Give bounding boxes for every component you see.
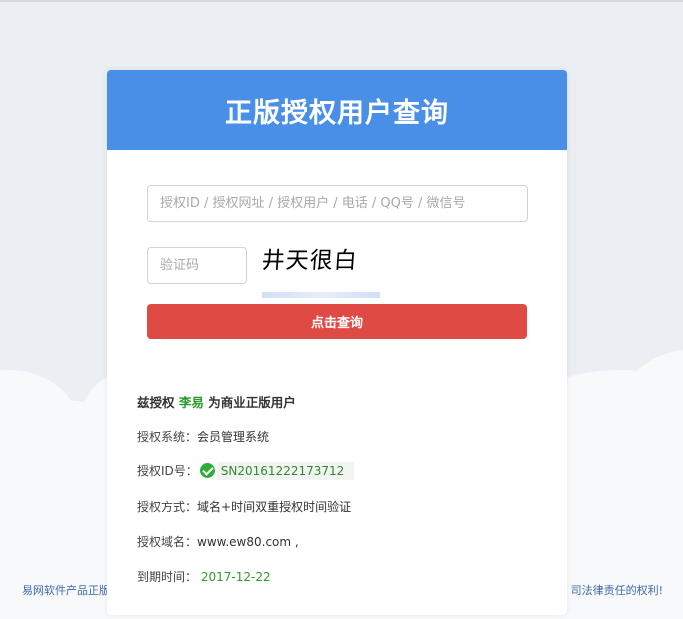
domain-value: www.ew80.com ,	[197, 535, 299, 549]
search-input[interactable]	[147, 185, 528, 222]
captcha-text: 井天很白	[260, 248, 359, 274]
result-title-prefix: 兹授权	[137, 395, 175, 410]
card-header: 正版授权用户查询	[107, 70, 567, 150]
footer-right-text: 司法律责任的权利!	[570, 584, 663, 597]
captcha-strip	[262, 292, 380, 298]
page-title: 正版授权用户查询	[225, 97, 449, 129]
captcha-input[interactable]	[147, 247, 247, 284]
captcha-image[interactable]: 井天很白	[260, 240, 380, 276]
expire-value: 2017-12-22	[200, 570, 271, 584]
result-title: 兹授权 李易 为商业正版用户	[137, 392, 296, 411]
system-value: 会员管理系统	[197, 430, 270, 444]
id-value: SN20161222173712	[216, 462, 355, 480]
check-circle-icon	[199, 463, 215, 478]
domain-label: 授权域名：	[137, 535, 198, 549]
method-label: 授权方式：	[137, 500, 198, 514]
domain-row: 授权域名：www.ew80.com ,	[137, 533, 299, 550]
id-row: 授权ID号： SN20161222173712	[137, 462, 355, 480]
id-label: 授权ID号：	[137, 464, 198, 478]
expire-label: 到期时间：	[137, 570, 198, 584]
method-row: 授权方式：域名+时间双重授权时间验证	[137, 498, 351, 515]
result-title-suffix: 为商业正版用户	[208, 395, 296, 410]
result-user-name: 李易	[178, 395, 204, 410]
system-row: 授权系统：会员管理系统	[137, 428, 269, 445]
system-label: 授权系统：	[137, 430, 198, 444]
method-value: 域名+时间双重授权时间验证	[197, 500, 352, 514]
expire-row: 到期时间： 2017-12-22	[137, 568, 271, 585]
query-card: 正版授权用户查询 井天很白 点击查询 兹授权 李易 为商业正版用户 授权系统：会…	[107, 70, 567, 615]
footer-left-text: 易网软件产品正版	[22, 584, 110, 597]
query-button[interactable]: 点击查询	[147, 304, 527, 339]
